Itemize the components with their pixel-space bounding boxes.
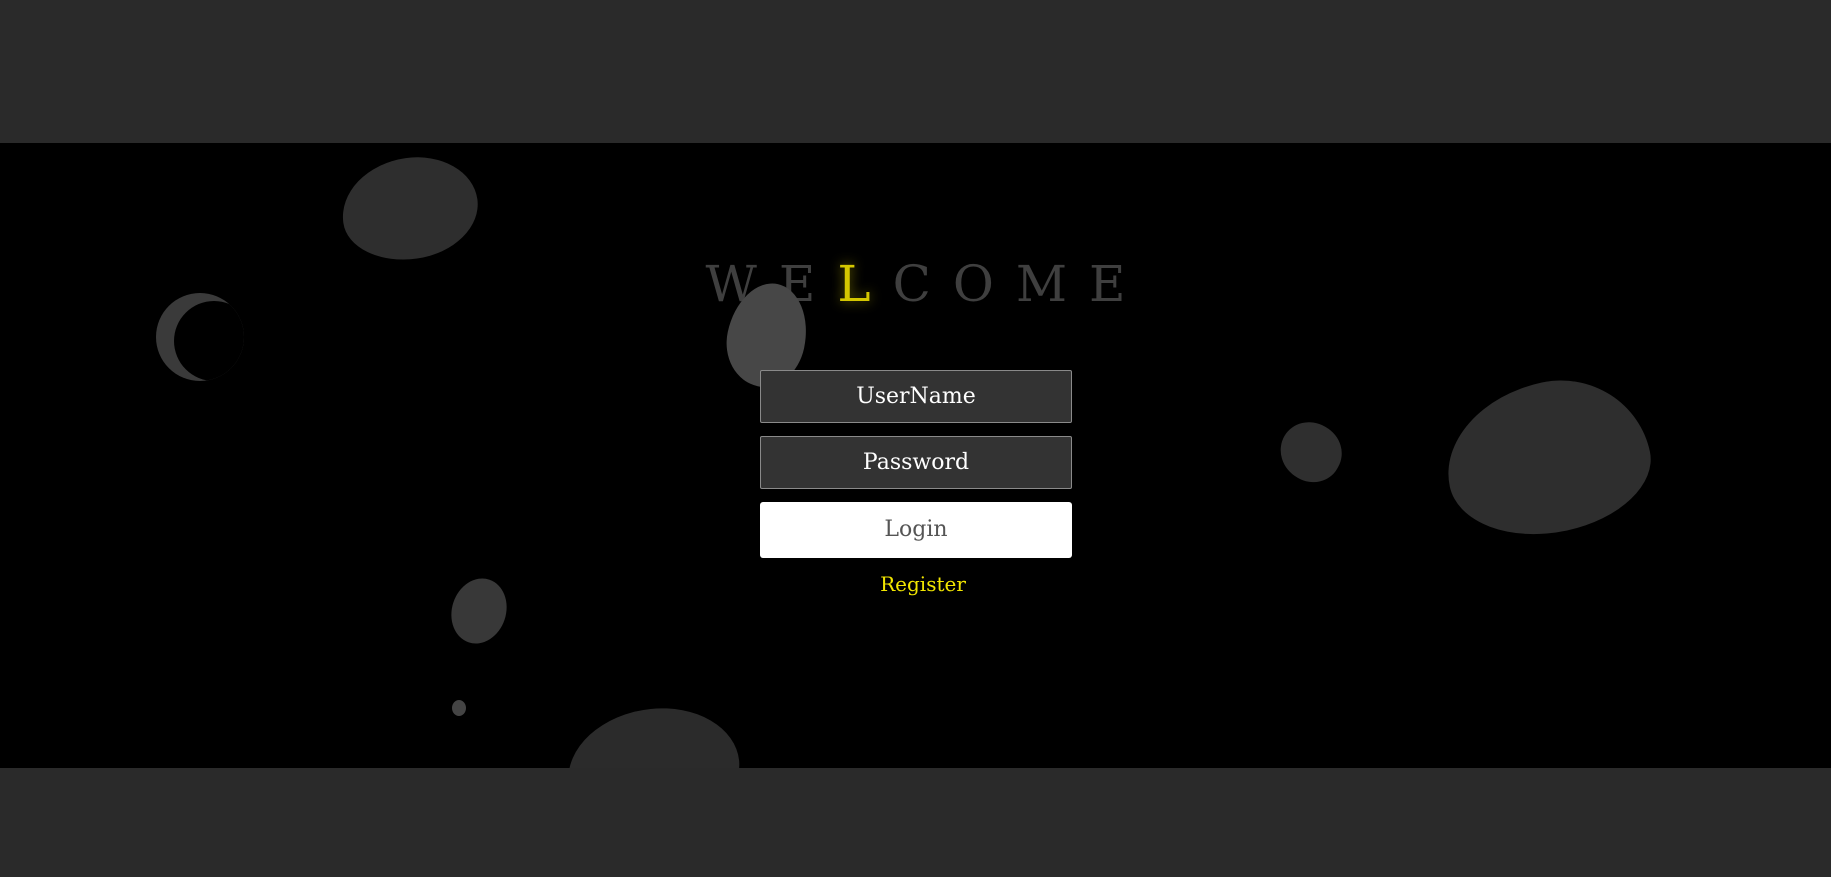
floating-blob xyxy=(443,571,515,651)
password-input[interactable]: Password xyxy=(760,436,1072,489)
floating-blob xyxy=(1269,411,1353,493)
welcome-letter: C xyxy=(892,255,953,313)
floating-blob xyxy=(561,700,745,768)
welcome-letter: M xyxy=(1015,255,1090,313)
welcome-letter: O xyxy=(952,255,1016,313)
welcome-letter-highlight: L xyxy=(837,255,893,313)
register-link[interactable]: Register xyxy=(760,572,1072,596)
login-stage: WELCOME UserName Password Login Register xyxy=(0,143,1831,768)
login-button[interactable]: Login xyxy=(760,502,1072,558)
welcome-letter: E xyxy=(1089,255,1148,313)
floating-blob xyxy=(335,149,485,268)
username-input[interactable]: UserName xyxy=(760,370,1072,423)
welcome-title: WELCOME xyxy=(0,255,1831,313)
login-form: UserName Password Login Register xyxy=(760,370,1072,596)
floating-blob xyxy=(1432,363,1663,553)
floating-blob xyxy=(452,700,466,716)
